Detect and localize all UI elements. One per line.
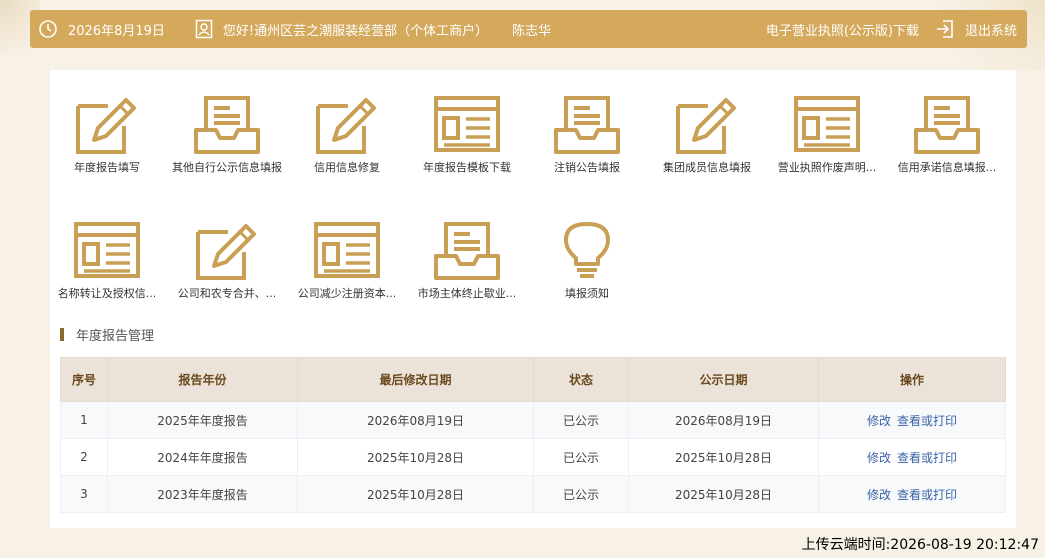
table-row: 3 2023年年度报告 2025年10月28日 已公示 2025年10月28日 … <box>60 475 1006 513</box>
tile-label: 集团成员信息填报 <box>663 161 751 174</box>
tile-label: 年度报告填写 <box>74 161 140 174</box>
cell-published: 2026年08月19日 <box>628 401 819 439</box>
cell-actions: 修改 查看或打印 <box>818 438 1006 476</box>
cell-actions: 修改 查看或打印 <box>818 401 1006 439</box>
header-year: 报告年份 <box>107 357 298 402</box>
cell-no: 1 <box>60 401 108 439</box>
tile-6[interactable]: 集团成员信息填报 <box>647 94 767 175</box>
edit-link[interactable]: 修改 <box>867 488 891 502</box>
tile-label: 年度报告模板下载 <box>423 161 511 174</box>
user-card-icon <box>195 19 213 39</box>
section-title-text: 年度报告管理 <box>76 329 155 344</box>
header-actions: 操作 <box>818 357 1006 402</box>
user-name: 陈志华 <box>512 23 552 39</box>
tile-3[interactable]: 信用信息修复 <box>287 94 407 175</box>
cell-actions: 修改 查看或打印 <box>818 475 1006 513</box>
header-modified: 最后修改日期 <box>297 357 534 402</box>
cell-year: 2024年年度报告 <box>107 438 298 476</box>
tile-label: 公司减少注册资本... <box>297 287 397 300</box>
tile-label: 填报须知 <box>565 287 609 300</box>
document-window-icon <box>407 94 527 156</box>
table-row: 2 2024年年度报告 2025年10月28日 已公示 2025年10月28日 … <box>60 438 1006 476</box>
cell-published: 2025年10月28日 <box>628 438 819 476</box>
annual-report-table: 序号 报告年份 最后修改日期 状态 公示日期 操作 1 2025年年度报告 20… <box>60 357 1006 513</box>
inbox-icon <box>527 94 647 156</box>
header-published: 公示日期 <box>628 357 819 402</box>
header-no: 序号 <box>60 357 108 402</box>
cell-modified: 2025年10月28日 <box>297 475 534 513</box>
cell-status: 已公示 <box>533 475 629 513</box>
inbox-icon <box>887 94 1007 156</box>
tile-4[interactable]: 年度报告模板下载 <box>407 94 527 175</box>
document-window-icon <box>47 220 167 282</box>
tile-label: 营业执照作废声明... <box>777 161 877 174</box>
table-header-row: 序号 报告年份 最后修改日期 状态 公示日期 操作 <box>60 357 1006 402</box>
tile-12[interactable]: 市场主体终止歇业... <box>407 220 527 301</box>
inbox-icon <box>167 94 287 156</box>
edit-icon <box>167 220 287 282</box>
tile-label: 公司和农专合并、... <box>177 287 277 300</box>
tile-5[interactable]: 注销公告填报 <box>527 94 647 175</box>
date-text: 2026年8月19日 <box>68 23 165 39</box>
tile-7[interactable]: 营业执照作废声明... <box>767 94 887 175</box>
tile-11[interactable]: 公司减少注册资本... <box>287 220 407 301</box>
document-window-icon <box>767 94 887 156</box>
section-marker <box>60 328 64 341</box>
cell-status: 已公示 <box>533 438 629 476</box>
main-panel: 年度报告填写 其他自行公示信息填报 信用信息修复 年度报告模板下载 注销公告填报… <box>50 70 1016 528</box>
edit-icon <box>647 94 767 156</box>
logout-icon <box>935 19 955 39</box>
cell-modified: 2026年08月19日 <box>297 401 534 439</box>
cell-modified: 2025年10月28日 <box>297 438 534 476</box>
logout-label: 退出系统 <box>964 23 1017 39</box>
tile-13[interactable]: 填报须知 <box>527 220 647 301</box>
table-row: 1 2025年年度报告 2026年08月19日 已公示 2026年08月19日 … <box>60 401 1006 439</box>
document-window-icon <box>287 220 407 282</box>
greeting-text: 您好!通州区芸之潮服装经营部（个体工商户） <box>222 23 489 39</box>
tile-label: 信用信息修复 <box>314 161 380 174</box>
cell-year: 2023年年度报告 <box>107 475 298 513</box>
tile-label: 其他自行公示信息填报 <box>172 161 282 174</box>
upload-time: 上传云端时间:2026-08-19 20:12:47 <box>801 537 1039 553</box>
tile-2[interactable]: 其他自行公示信息填报 <box>167 94 287 175</box>
tile-8[interactable]: 信用承诺信息填报... <box>887 94 1007 175</box>
view-print-link[interactable]: 查看或打印 <box>897 488 957 502</box>
header-status: 状态 <box>533 357 629 402</box>
cell-year: 2025年年度报告 <box>107 401 298 439</box>
cell-published: 2025年10月28日 <box>628 475 819 513</box>
edit-link[interactable]: 修改 <box>867 451 891 465</box>
tile-1[interactable]: 年度报告填写 <box>47 94 167 175</box>
view-print-link[interactable]: 查看或打印 <box>897 451 957 465</box>
view-print-link[interactable]: 查看或打印 <box>897 414 957 428</box>
edit-link[interactable]: 修改 <box>867 414 891 428</box>
license-download-link[interactable]: 电子营业执照(公示版)下载 <box>766 20 919 39</box>
cell-no: 3 <box>60 475 108 513</box>
cell-status: 已公示 <box>533 401 629 439</box>
tile-9[interactable]: 名称转让及授权信... <box>47 220 167 301</box>
date-display: 2026年8月19日 <box>38 19 165 39</box>
tile-label: 注销公告填报 <box>554 161 620 174</box>
tile-10[interactable]: 公司和农专合并、... <box>167 220 287 301</box>
inbox-icon <box>407 220 527 282</box>
edit-icon <box>287 94 407 156</box>
edit-icon <box>47 94 167 156</box>
clock-icon <box>38 19 58 39</box>
cell-no: 2 <box>60 438 108 476</box>
section-title: 年度报告管理 <box>60 325 154 344</box>
user-info: 您好!通州区芸之潮服装经营部（个体工商户） <box>195 19 488 39</box>
top-bar: 2026年8月19日 您好!通州区芸之潮服装经营部（个体工商户） 陈志华 电子营… <box>30 10 1027 48</box>
tile-label: 名称转让及授权信... <box>57 287 157 300</box>
logout-button[interactable]: 退出系统 <box>935 19 1017 39</box>
tile-label: 信用承诺信息填报... <box>897 161 997 174</box>
tile-label: 市场主体终止歇业... <box>417 287 517 300</box>
lightbulb-icon <box>527 220 647 282</box>
